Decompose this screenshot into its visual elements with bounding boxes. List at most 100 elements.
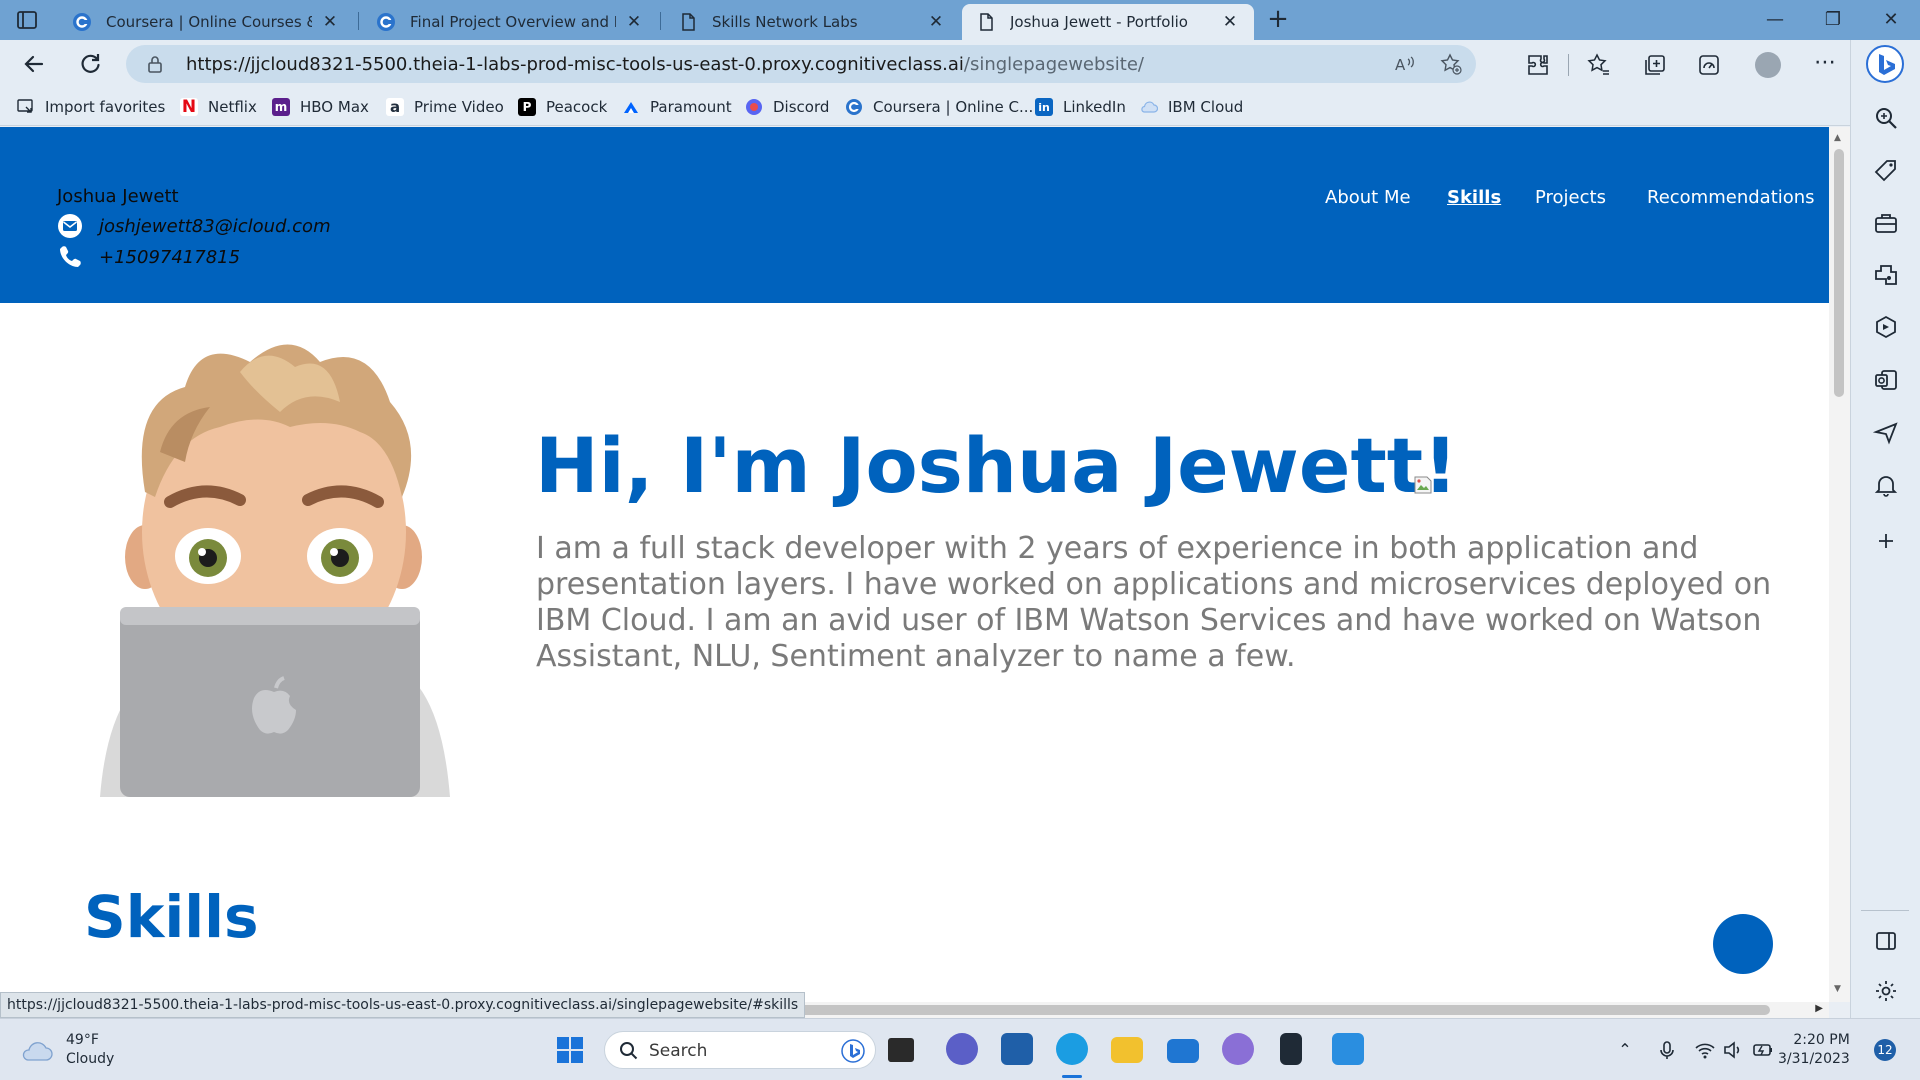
- fav-peacock[interactable]: P Peacock: [518, 96, 607, 118]
- photos-app-icon[interactable]: [1332, 1033, 1364, 1065]
- favorites-icon[interactable]: [1587, 53, 1611, 77]
- fav-label: HBO Max: [300, 98, 369, 116]
- microsoft-365-icon[interactable]: [1873, 314, 1899, 340]
- nav-about-me[interactable]: About Me: [1325, 187, 1411, 208]
- scrollbar-thumb[interactable]: [1834, 149, 1844, 397]
- mail-icon[interactable]: [1167, 1039, 1199, 1063]
- tab-final-project[interactable]: Final Project Overview and Revie ✕: [362, 4, 658, 40]
- fav-netflix[interactable]: N Netflix: [180, 96, 257, 118]
- weather-widget[interactable]: 49°F Cloudy: [20, 1031, 114, 1069]
- phone-contact[interactable]: +15097417815: [57, 244, 240, 270]
- settings-gear-icon[interactable]: [1873, 978, 1899, 1004]
- fav-linkedin[interactable]: in LinkedIn: [1035, 96, 1126, 118]
- close-window-button[interactable]: ✕: [1863, 0, 1919, 40]
- fav-hbomax[interactable]: m HBO Max: [272, 96, 369, 118]
- email-contact[interactable]: joshjewett83@icloud.com: [57, 213, 331, 239]
- system-clock[interactable]: 2:20 PM 3/31/2023: [1778, 1031, 1850, 1069]
- tab-strip: Coursera | Online Courses & Cre ✕ Final …: [0, 0, 1920, 40]
- profile-avatar[interactable]: [1755, 52, 1781, 78]
- tab-portfolio[interactable]: Joshua Jewett - Portfolio ✕: [962, 4, 1254, 40]
- file-explorer-icon[interactable]: [1111, 1037, 1143, 1063]
- extensions-icon[interactable]: [1526, 53, 1550, 77]
- cloudy-weather-icon: [22, 1042, 53, 1061]
- nav-recommendations[interactable]: Recommendations: [1647, 187, 1815, 208]
- collections-icon[interactable]: [1643, 53, 1667, 77]
- tab-skills-network[interactable]: Skills Network Labs ✕: [664, 4, 960, 40]
- fav-label: Coursera | Online C...: [873, 98, 1034, 116]
- coursera-icon: [377, 13, 395, 31]
- edge-browser-icon[interactable]: [1056, 1033, 1088, 1065]
- import-icon: [17, 99, 33, 113]
- microsoft-store-icon[interactable]: [1001, 1033, 1033, 1065]
- svg-text:A: A: [1395, 56, 1406, 74]
- tab-coursera[interactable]: Coursera | Online Courses & Cre ✕: [58, 4, 354, 40]
- search-zoom-icon[interactable]: [1873, 105, 1899, 131]
- taskbar-search[interactable]: Search: [604, 1031, 876, 1069]
- teams-chat-icon[interactable]: [946, 1033, 978, 1065]
- url-text[interactable]: https://jjcloud8321-5500.theia-1-labs-pr…: [186, 54, 1144, 75]
- games-icon[interactable]: [1873, 262, 1899, 288]
- fav-label: Netflix: [208, 98, 257, 116]
- scroll-right-arrow-icon[interactable]: ▶: [1815, 1003, 1823, 1014]
- read-aloud-icon[interactable]: A: [1394, 53, 1416, 75]
- microphone-icon[interactable]: [1656, 1039, 1678, 1061]
- performance-icon[interactable]: [1697, 53, 1721, 77]
- close-icon[interactable]: ✕: [320, 12, 340, 32]
- outlook-icon[interactable]: [1873, 367, 1899, 393]
- close-icon[interactable]: ✕: [926, 12, 946, 32]
- lock-icon[interactable]: [146, 55, 164, 73]
- bing-chat-icon[interactable]: [1866, 45, 1904, 83]
- shopping-tag-icon[interactable]: [1873, 158, 1899, 184]
- restore-button[interactable]: ❐: [1805, 0, 1861, 40]
- email-icon: [58, 214, 82, 238]
- fav-label: IBM Cloud: [1168, 98, 1244, 116]
- notification-bell-icon[interactable]: [1873, 472, 1899, 498]
- mouse-app-icon[interactable]: [1280, 1033, 1302, 1065]
- volume-icon[interactable]: [1722, 1039, 1744, 1061]
- sidebar-divider: [1861, 910, 1909, 911]
- more-options-icon[interactable]: ⋯: [1814, 50, 1836, 75]
- bing-icon[interactable]: [841, 1039, 865, 1063]
- fav-coursera[interactable]: Coursera | Online C...: [845, 96, 1033, 118]
- site-header: Joshua Jewett joshjewett83@icloud.com +1…: [0, 127, 1829, 303]
- close-icon[interactable]: ✕: [1220, 12, 1240, 32]
- notification-count-badge[interactable]: 12: [1874, 1039, 1896, 1061]
- chevron-up-icon[interactable]: ⌃: [1614, 1039, 1636, 1061]
- copilot-app-icon[interactable]: [1222, 1033, 1254, 1065]
- minimize-button[interactable]: —: [1747, 0, 1803, 40]
- nav-projects[interactable]: Projects: [1535, 187, 1606, 208]
- tools-briefcase-icon[interactable]: [1873, 210, 1899, 236]
- windows-start-icon[interactable]: [556, 1036, 584, 1064]
- nav-skills[interactable]: Skills: [1447, 187, 1501, 208]
- amazon-icon: a: [386, 98, 404, 116]
- close-icon[interactable]: ✕: [624, 12, 644, 32]
- scrollbar-thumb[interactable]: [760, 1005, 1770, 1015]
- wifi-icon[interactable]: [1694, 1039, 1716, 1061]
- fav-discord[interactable]: Discord: [745, 96, 829, 118]
- scroll-down-arrow-icon[interactable]: ▼: [1834, 984, 1841, 994]
- fav-import[interactable]: Import favorites: [17, 96, 165, 118]
- split-screen-icon[interactable]: [1873, 928, 1899, 954]
- fav-label: Paramount: [650, 98, 732, 116]
- page-viewport: Joshua Jewett joshjewett83@icloud.com +1…: [0, 127, 1829, 1002]
- tab-label: Skills Network Labs: [712, 13, 858, 31]
- fav-prime-video[interactable]: a Prime Video: [386, 96, 504, 118]
- fav-ibm-cloud[interactable]: IBM Cloud: [1140, 96, 1243, 118]
- task-view-icon[interactable]: [888, 1038, 914, 1062]
- fav-paramount[interactable]: Paramount: [622, 96, 732, 118]
- paramount-icon: [624, 102, 638, 113]
- battery-icon[interactable]: [1752, 1039, 1774, 1061]
- url-host: https://jjcloud8321-5500.theia-1-labs-pr…: [186, 54, 964, 75]
- site-brand-name: Joshua Jewett: [57, 186, 179, 207]
- add-favorite-icon[interactable]: [1440, 53, 1462, 75]
- send-icon[interactable]: [1873, 420, 1899, 446]
- add-icon[interactable]: [1873, 528, 1899, 554]
- refresh-icon[interactable]: [76, 50, 104, 78]
- back-arrow-icon[interactable]: [20, 50, 48, 78]
- vertical-scrollbar[interactable]: ▲ ▼: [1829, 127, 1850, 1002]
- tab-actions-icon[interactable]: [16, 9, 38, 31]
- back-to-top-button[interactable]: [1713, 914, 1773, 974]
- scroll-up-arrow-icon[interactable]: ▲: [1834, 133, 1841, 143]
- new-tab-button[interactable]: +: [1264, 6, 1292, 34]
- address-bar[interactable]: https://jjcloud8321-5500.theia-1-labs-pr…: [126, 45, 1476, 83]
